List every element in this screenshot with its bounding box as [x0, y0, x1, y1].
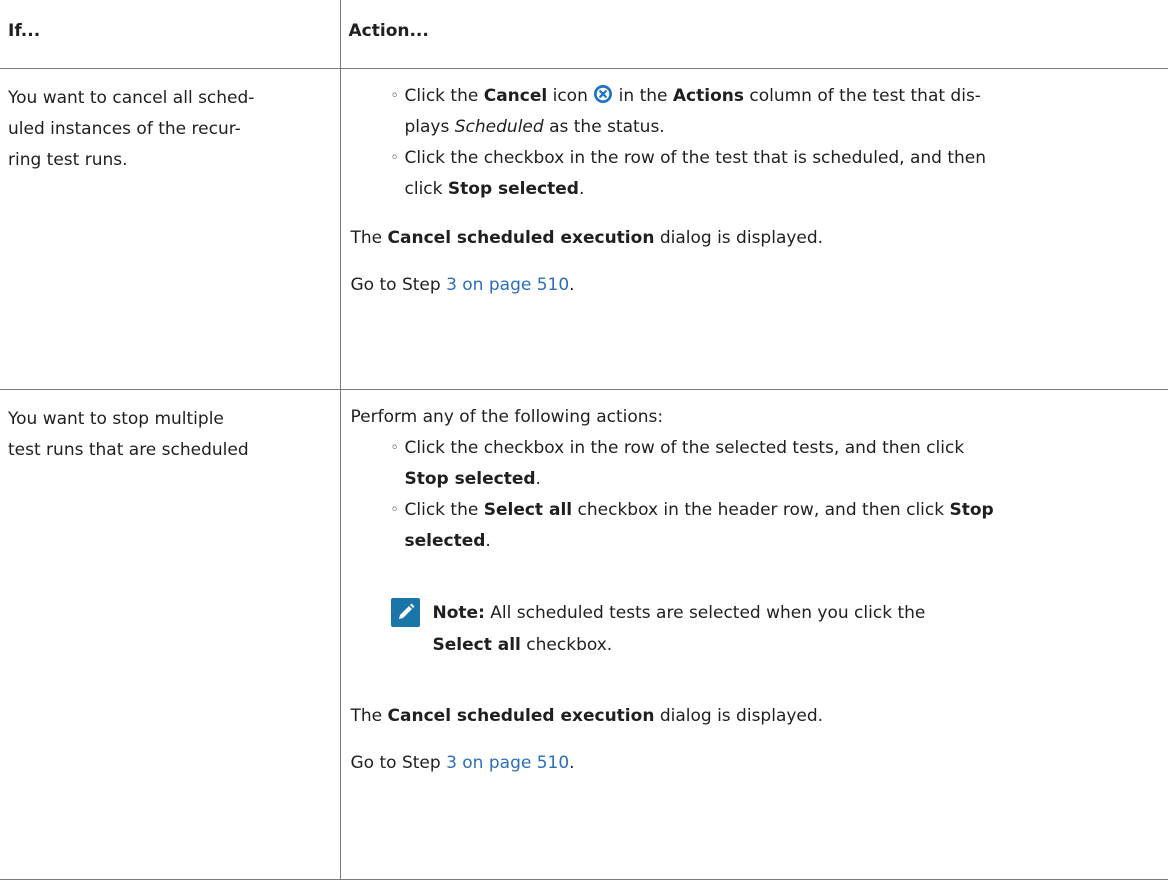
stop-term: Stop [950, 500, 994, 520]
text: Go to Step [351, 275, 447, 295]
text: icon [547, 86, 593, 106]
step-link[interactable]: 3 on page 510 [446, 753, 569, 773]
header-action-label: Action... [341, 0, 1168, 41]
stop-selected-term: Stop selected [405, 469, 536, 489]
table-row: You want to stop multiple test runs that… [0, 390, 1168, 880]
if-line: ring test runs. [8, 145, 330, 176]
text: All scheduled tests are selected when yo… [485, 603, 925, 623]
note-block: Note: All scheduled tests are selected w… [391, 597, 1157, 661]
header-if-label: If... [0, 0, 340, 41]
text: click [405, 179, 448, 199]
dialog-name: Cancel scheduled execution [388, 228, 655, 248]
note-label: Note: [433, 603, 485, 623]
action-list: Click the Cancel icon in the Actions col… [351, 81, 1157, 205]
table-header-row: If... Action... [0, 0, 1168, 69]
dialog-sentence: The Cancel scheduled execution dialog is… [351, 701, 1157, 732]
text: as the status. [544, 117, 665, 137]
list-item: Click the checkbox in the row of the tes… [391, 143, 1157, 205]
text: . [579, 179, 584, 199]
note-pencil-icon [391, 598, 420, 627]
text: column of the test that dis- [744, 86, 981, 106]
text: . [569, 753, 574, 773]
stop-selected-term: Stop selected [448, 179, 579, 199]
select-all-term: Select all [433, 635, 521, 655]
if-line: uled instances of the recur- [8, 114, 330, 145]
text: . [536, 469, 541, 489]
text: Click the [405, 86, 484, 106]
text: . [569, 275, 574, 295]
header-action: Action... [340, 0, 1168, 69]
select-all-term: Select all [484, 500, 572, 520]
text: Click the [405, 500, 484, 520]
selected-term: selected [405, 531, 486, 551]
text: Go to Step [351, 753, 447, 773]
if-line: You want to cancel all sched- [8, 83, 330, 114]
cancel-circle-x-icon [593, 84, 613, 104]
dialog-name: Cancel scheduled execution [388, 706, 655, 726]
goto-sentence: Go to Step 3 on page 510. [351, 748, 1157, 779]
actions-term: Actions [673, 86, 744, 106]
text: The [351, 706, 388, 726]
list-item: Click the checkbox in the row of the sel… [391, 433, 1157, 495]
text: . [485, 531, 490, 551]
if-action-table: If... Action... You want to cancel all s… [0, 0, 1168, 880]
goto-sentence: Go to Step 3 on page 510. [351, 270, 1157, 301]
scheduled-term: Scheduled [455, 117, 544, 137]
list-item: Click the Cancel icon in the Actions col… [391, 81, 1157, 143]
text: Click the checkbox in the row of the tes… [405, 143, 1157, 174]
text: The [351, 228, 388, 248]
header-if: If... [0, 0, 340, 69]
step-link[interactable]: 3 on page 510 [446, 275, 569, 295]
action-cell-cancel-all: Click the Cancel icon in the Actions col… [340, 69, 1168, 390]
if-line: test runs that are scheduled [8, 435, 330, 466]
text: Click the checkbox in the row of the sel… [405, 433, 1157, 464]
if-cell-cancel-all: You want to cancel all sched- uled insta… [0, 69, 340, 390]
text: dialog is displayed. [654, 228, 823, 248]
text: checkbox in the header row, and then cli… [572, 500, 949, 520]
if-cell-stop-multiple: You want to stop multiple test runs that… [0, 390, 340, 880]
cancel-term: Cancel [484, 86, 547, 106]
text: plays [405, 117, 455, 137]
text: in the [613, 86, 673, 106]
text: checkbox. [521, 635, 612, 655]
intro-text: Perform any of the following actions: [351, 402, 1157, 433]
action-list: Click the checkbox in the row of the sel… [351, 433, 1157, 557]
dialog-sentence: The Cancel scheduled execution dialog is… [351, 223, 1157, 254]
list-item: Click the Select all checkbox in the hea… [391, 495, 1157, 557]
if-line: You want to stop multiple [8, 404, 330, 435]
action-cell-stop-multiple: Perform any of the following actions: Cl… [340, 390, 1168, 880]
table-row: You want to cancel all sched- uled insta… [0, 69, 1168, 390]
text: dialog is displayed. [654, 706, 823, 726]
